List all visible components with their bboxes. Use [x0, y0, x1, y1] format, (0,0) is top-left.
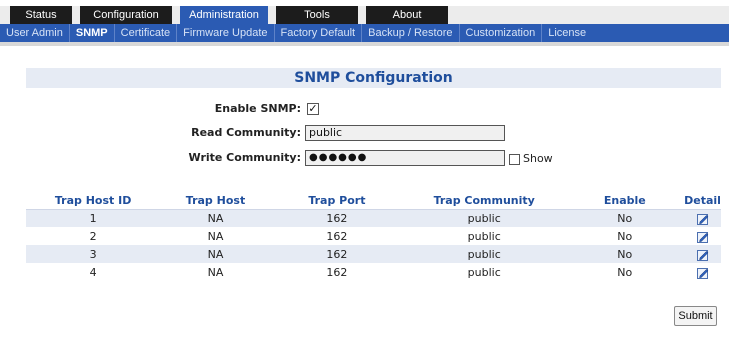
- edit-icon[interactable]: [696, 213, 709, 225]
- subnav-snmp[interactable]: SNMP: [70, 24, 115, 42]
- cell-enable: No: [565, 245, 685, 263]
- cell-id: 2: [26, 227, 161, 245]
- cell-port: 162: [270, 227, 403, 245]
- table-row: 4 NA 162 public No: [26, 263, 721, 281]
- header-trap-host: Trap Host: [160, 193, 271, 210]
- read-community-row: Read Community: public: [0, 124, 729, 142]
- tab-tools[interactable]: Tools: [276, 6, 358, 24]
- cell-host: NA: [160, 245, 271, 263]
- submit-button[interactable]: Submit: [674, 306, 717, 326]
- tab-status[interactable]: Status: [10, 6, 72, 24]
- subnav-shadow: [0, 42, 729, 46]
- cell-enable: No: [565, 263, 685, 281]
- cell-detail: [684, 209, 721, 227]
- cell-host: NA: [160, 263, 271, 281]
- subnav-firmware-update[interactable]: Firmware Update: [177, 24, 275, 42]
- cell-id: 4: [26, 263, 161, 281]
- section-title: SNMP Configuration: [26, 68, 721, 88]
- sub-navigation: User Admin SNMP Certificate Firmware Upd…: [0, 24, 729, 42]
- header-trap-port: Trap Port: [270, 193, 403, 210]
- subnav-customization[interactable]: Customization: [460, 24, 543, 42]
- cell-host: NA: [160, 209, 271, 227]
- subnav-certificate[interactable]: Certificate: [115, 24, 178, 42]
- write-community-row: Write Community: ●●●●●● Show: [0, 149, 729, 167]
- write-community-input[interactable]: ●●●●●●: [305, 150, 505, 166]
- cell-detail: [684, 263, 721, 281]
- header-trap-community: Trap Community: [403, 193, 566, 210]
- read-community-input[interactable]: public: [305, 125, 505, 141]
- table-header-row: Trap Host ID Trap Host Trap Port Trap Co…: [26, 193, 721, 210]
- cell-community: public: [403, 227, 566, 245]
- subnav-backup-restore[interactable]: Backup / Restore: [362, 24, 460, 42]
- cell-port: 162: [270, 263, 403, 281]
- edit-icon[interactable]: [696, 249, 709, 261]
- cell-port: 162: [270, 245, 403, 263]
- enable-snmp-label: Enable SNMP:: [214, 102, 301, 115]
- tab-administration[interactable]: Administration: [180, 6, 268, 24]
- cell-id: 1: [26, 209, 161, 227]
- cell-detail: [684, 245, 721, 263]
- subnav-user-admin[interactable]: User Admin: [0, 24, 70, 42]
- table-row: 1 NA 162 public No: [26, 209, 721, 227]
- table-row: 2 NA 162 public No: [26, 227, 721, 245]
- subnav-license[interactable]: License: [542, 24, 592, 42]
- cell-community: public: [403, 209, 566, 227]
- cell-detail: [684, 227, 721, 245]
- top-tabs: Status Configuration Administration Tool…: [10, 6, 456, 24]
- top-tab-bar: Status Configuration Administration Tool…: [0, 0, 729, 24]
- cell-enable: No: [565, 227, 685, 245]
- table-row: 3 NA 162 public No: [26, 245, 721, 263]
- show-password-label: Show: [523, 152, 553, 165]
- header-detail: Detail: [684, 193, 721, 210]
- trap-host-table: Trap Host ID Trap Host Trap Port Trap Co…: [26, 193, 721, 281]
- header-enable: Enable: [565, 193, 685, 210]
- cell-community: public: [403, 245, 566, 263]
- read-community-label: Read Community:: [191, 126, 301, 139]
- cell-id: 3: [26, 245, 161, 263]
- tab-configuration[interactable]: Configuration: [80, 6, 172, 24]
- edit-icon[interactable]: [696, 231, 709, 243]
- show-password-checkbox[interactable]: [509, 154, 520, 165]
- cell-enable: No: [565, 209, 685, 227]
- edit-icon[interactable]: [696, 267, 709, 279]
- enable-snmp-checkbox[interactable]: ✓: [307, 103, 319, 115]
- cell-port: 162: [270, 209, 403, 227]
- tab-about[interactable]: About: [366, 6, 448, 24]
- enable-snmp-row: Enable SNMP: ✓: [0, 100, 729, 118]
- cell-host: NA: [160, 227, 271, 245]
- subnav-factory-default[interactable]: Factory Default: [275, 24, 363, 42]
- header-trap-host-id: Trap Host ID: [26, 193, 161, 210]
- cell-community: public: [403, 263, 566, 281]
- write-community-label: Write Community:: [188, 151, 302, 164]
